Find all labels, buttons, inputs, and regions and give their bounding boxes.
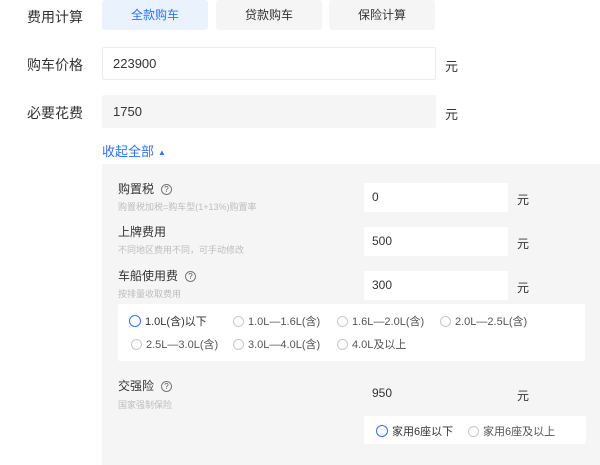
- radio-circle-icon: [337, 339, 348, 350]
- displacement-option[interactable]: 2.0L—2.5L(含): [440, 313, 527, 329]
- seat-radio-group: 家用6座以下 家用6座及以上: [364, 416, 586, 444]
- purchase-tax-input[interactable]: 0: [364, 183, 508, 212]
- car-price-input[interactable]: 223900: [102, 47, 436, 80]
- fee-calc-label: 费用计算: [27, 9, 83, 25]
- displacement-option-label: 4.0L及以上: [352, 339, 407, 351]
- vessel-tax-input[interactable]: 300: [364, 271, 508, 300]
- compulsory-insurance-label: 交强险: [118, 379, 155, 393]
- collapse-all-button[interactable]: 收起全部 ▲: [102, 141, 166, 160]
- plate-fee-title: 上牌费用: [118, 225, 167, 239]
- plate-fee-unit: 元: [517, 237, 530, 251]
- vessel-tax-unit: 元: [517, 281, 530, 295]
- tab-full-payment[interactable]: 全款购车: [102, 0, 208, 30]
- tab-insurance-calc[interactable]: 保险计算: [329, 0, 435, 30]
- radio-circle-icon: [468, 426, 479, 437]
- displacement-option[interactable]: 1.0L—1.6L(含): [233, 313, 320, 329]
- help-icon[interactable]: ?: [161, 184, 173, 195]
- displacement-option-label: 3.0L—4.0L(含): [248, 339, 321, 351]
- vessel-tax-title: 车船使用费?: [118, 267, 197, 284]
- vessel-tax-desc: 按排量收取费用: [118, 289, 182, 299]
- displacement-option-label: 1.0L—1.6L(含): [248, 316, 321, 328]
- seat-option[interactable]: 家用6座及以上: [468, 423, 555, 439]
- radio-circle-icon: [440, 316, 451, 327]
- displacement-option[interactable]: 1.6L—2.0L(含): [337, 313, 424, 329]
- purchase-tax-desc: 购置税加税=购车型(1+13%)购置率: [118, 202, 257, 212]
- triangle-up-icon: ▲: [158, 148, 166, 157]
- compulsory-insurance-unit: 元: [517, 389, 530, 403]
- compulsory-insurance-value: 950: [372, 386, 393, 400]
- required-cost-value: 1750: [102, 95, 436, 128]
- car-price-label: 购车价格: [27, 57, 83, 73]
- plate-fee-input[interactable]: 500: [364, 227, 508, 256]
- plate-fee-desc: 不同地区费用不同，可手动修改: [118, 245, 245, 255]
- radio-circle-icon: [131, 339, 142, 350]
- help-icon[interactable]: ?: [185, 271, 197, 282]
- radio-circle-icon: [233, 339, 244, 350]
- displacement-option[interactable]: 3.0L—4.0L(含): [233, 336, 320, 352]
- displacement-option-label: 2.0L—2.5L(含): [455, 316, 528, 328]
- displacement-option[interactable]: 1.0L(含)以下: [129, 313, 207, 329]
- radio-circle-icon: [376, 425, 388, 437]
- compulsory-insurance-desc: 国家强制保险: [118, 400, 173, 410]
- compulsory-insurance-title: 交强险?: [118, 377, 173, 394]
- collapse-all-label: 收起全部: [102, 144, 155, 159]
- displacement-option-label: 2.5L—3.0L(含): [146, 339, 219, 351]
- seat-option[interactable]: 家用6座以下: [376, 423, 453, 439]
- radio-circle-icon: [129, 315, 141, 327]
- displacement-option-label: 1.6L—2.0L(含): [352, 316, 425, 328]
- displacement-option[interactable]: 4.0L及以上: [337, 336, 406, 352]
- displacement-option-label: 1.0L(含)以下: [145, 316, 207, 328]
- tab-loan-purchase[interactable]: 贷款购车: [216, 0, 322, 30]
- radio-circle-icon: [233, 316, 244, 327]
- displacement-radio-group: 1.0L(含)以下 1.0L—1.6L(含) 1.6L—2.0L(含) 2.0L…: [118, 304, 585, 361]
- required-cost-label: 必要花费: [27, 105, 83, 121]
- purchase-tax-title: 购置税?: [118, 180, 173, 197]
- required-cost-unit: 元: [445, 107, 459, 122]
- vessel-tax-label: 车船使用费: [118, 269, 179, 283]
- seat-option-label: 家用6座及以上: [483, 426, 556, 438]
- displacement-option[interactable]: 2.5L—3.0L(含): [131, 336, 218, 352]
- seat-option-label: 家用6座以下: [392, 426, 454, 438]
- purchase-tax-label: 购置税: [118, 182, 155, 196]
- radio-circle-icon: [337, 316, 348, 327]
- help-icon[interactable]: ?: [161, 381, 173, 392]
- purchase-tax-unit: 元: [517, 193, 530, 207]
- car-price-unit: 元: [445, 59, 459, 74]
